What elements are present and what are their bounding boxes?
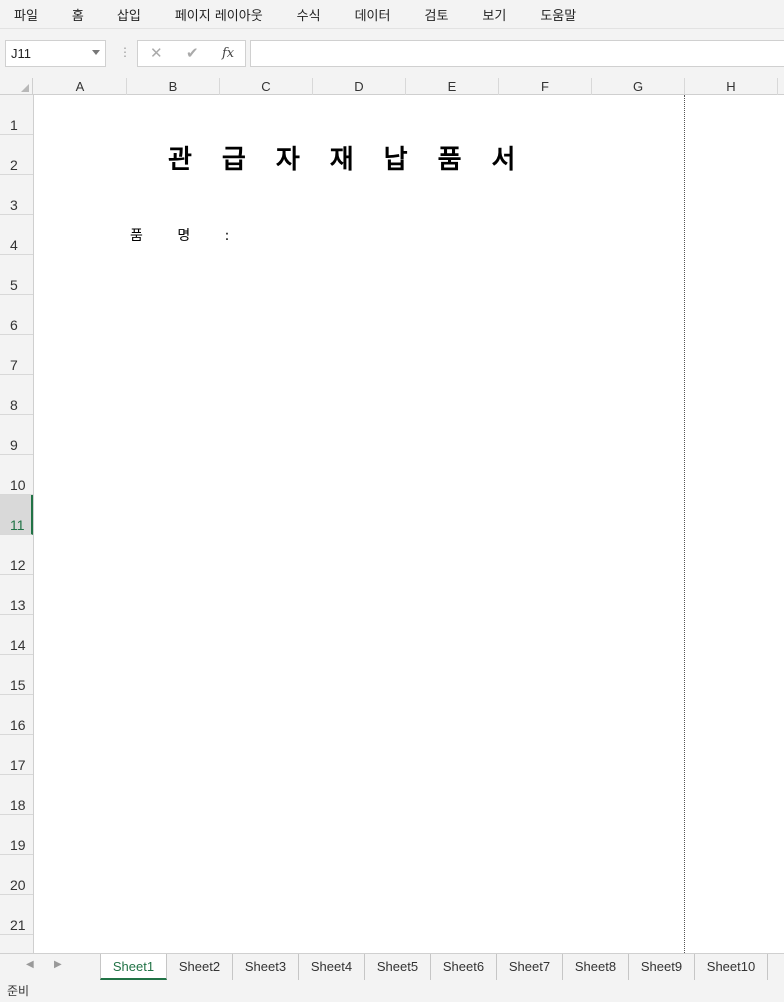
row-header-3[interactable]: 3: [0, 175, 33, 215]
page-break-line: [684, 95, 685, 953]
tab-sheet8[interactable]: Sheet8: [563, 954, 629, 980]
tab-sheet4[interactable]: Sheet4: [299, 954, 365, 980]
formula-actions: ✕ ✔ fx: [137, 40, 246, 67]
tab-sheet6[interactable]: Sheet6: [431, 954, 497, 980]
menu-home[interactable]: 홈: [72, 5, 84, 24]
row-header-5[interactable]: 5: [0, 255, 33, 295]
status-text: 준비: [7, 984, 30, 998]
row-header-14[interactable]: 14: [0, 615, 33, 655]
tab-sheet3[interactable]: Sheet3: [233, 954, 299, 980]
row-header-10[interactable]: 10: [0, 455, 33, 495]
tab-sheet1[interactable]: Sheet1: [100, 954, 167, 980]
column-header-c[interactable]: C: [220, 78, 313, 95]
menu-file[interactable]: 파일: [14, 5, 38, 24]
row-header-1[interactable]: 1: [0, 95, 33, 135]
column-header-d[interactable]: D: [313, 78, 406, 95]
tab-sheet9[interactable]: Sheet9: [629, 954, 695, 980]
sheet-grid[interactable]: 관급자재납품서 품 명 :: [34, 95, 784, 953]
row-header-9[interactable]: 9: [0, 415, 33, 455]
tab-sheet7[interactable]: Sheet7: [497, 954, 563, 980]
name-box[interactable]: J11: [5, 40, 106, 67]
row-header-21[interactable]: 21: [0, 895, 33, 935]
cancel-icon[interactable]: ✕: [150, 44, 163, 62]
row-header: 1 2 3 4 5 6 7 8 9 10 11 12 13 14 15 16 1…: [0, 95, 34, 953]
formula-bar: J11 ⋮ ✕ ✔ fx: [0, 28, 784, 78]
tab-sheet2[interactable]: Sheet2: [167, 954, 233, 980]
menu-help[interactable]: 도움말: [540, 5, 576, 24]
status-bar: 준비: [0, 980, 784, 1002]
tab-scroll-right-icon[interactable]: ▶: [54, 959, 62, 970]
name-box-value: J11: [11, 46, 31, 61]
column-header-e[interactable]: E: [406, 78, 499, 95]
menu-bar: 파일 홈 삽입 페이지 레이아웃 수식 데이터 검토 보기 도움말: [0, 0, 784, 28]
column-header-h[interactable]: H: [685, 78, 778, 95]
menu-review[interactable]: 검토: [424, 5, 448, 24]
row-header-15[interactable]: 15: [0, 655, 33, 695]
more-options-icon[interactable]: ⋮: [119, 45, 131, 59]
menu-view[interactable]: 보기: [482, 5, 506, 24]
row-header-7[interactable]: 7: [0, 335, 33, 375]
row-header-19[interactable]: 19: [0, 815, 33, 855]
row-header-12[interactable]: 12: [0, 535, 33, 575]
row-header-18[interactable]: 18: [0, 775, 33, 815]
tab-scroll-left-icon[interactable]: ◀: [26, 959, 34, 970]
row-header-6[interactable]: 6: [0, 295, 33, 335]
column-header-b[interactable]: B: [127, 78, 220, 95]
insert-function-icon[interactable]: fx: [222, 46, 234, 61]
menu-insert[interactable]: 삽입: [117, 5, 141, 24]
row-header-16[interactable]: 16: [0, 695, 33, 735]
formula-input[interactable]: [250, 40, 784, 67]
menu-formulas[interactable]: 수식: [297, 5, 321, 24]
select-all-button[interactable]: [0, 78, 33, 95]
select-all-icon: [21, 84, 29, 92]
sheet-tab-bar: ◀ ▶ Sheet1 Sheet2 Sheet3 Sheet4 Sheet5 S…: [0, 953, 784, 980]
column-header-a[interactable]: A: [34, 78, 127, 95]
row-header-11[interactable]: 11: [0, 495, 33, 535]
column-header-f[interactable]: F: [499, 78, 592, 95]
row-header-17[interactable]: 17: [0, 735, 33, 775]
item-name-label[interactable]: 품 명 :: [130, 225, 229, 245]
chevron-down-icon[interactable]: [92, 50, 100, 55]
row-header-2[interactable]: 2: [0, 135, 33, 175]
column-header-g[interactable]: G: [592, 78, 685, 95]
enter-icon[interactable]: ✔: [186, 44, 199, 62]
document-title[interactable]: 관급자재납품서: [168, 139, 545, 176]
row-header-20[interactable]: 20: [0, 855, 33, 895]
tab-sheet5[interactable]: Sheet5: [365, 954, 431, 980]
row-header-8[interactable]: 8: [0, 375, 33, 415]
menu-data[interactable]: 데이터: [355, 5, 391, 24]
tab-sheet10[interactable]: Sheet10: [695, 954, 768, 980]
row-header-4[interactable]: 4: [0, 215, 33, 255]
column-header: A B C D E F G H: [0, 78, 784, 95]
row-header-13[interactable]: 13: [0, 575, 33, 615]
menu-page-layout[interactable]: 페이지 레이아웃: [175, 5, 263, 24]
